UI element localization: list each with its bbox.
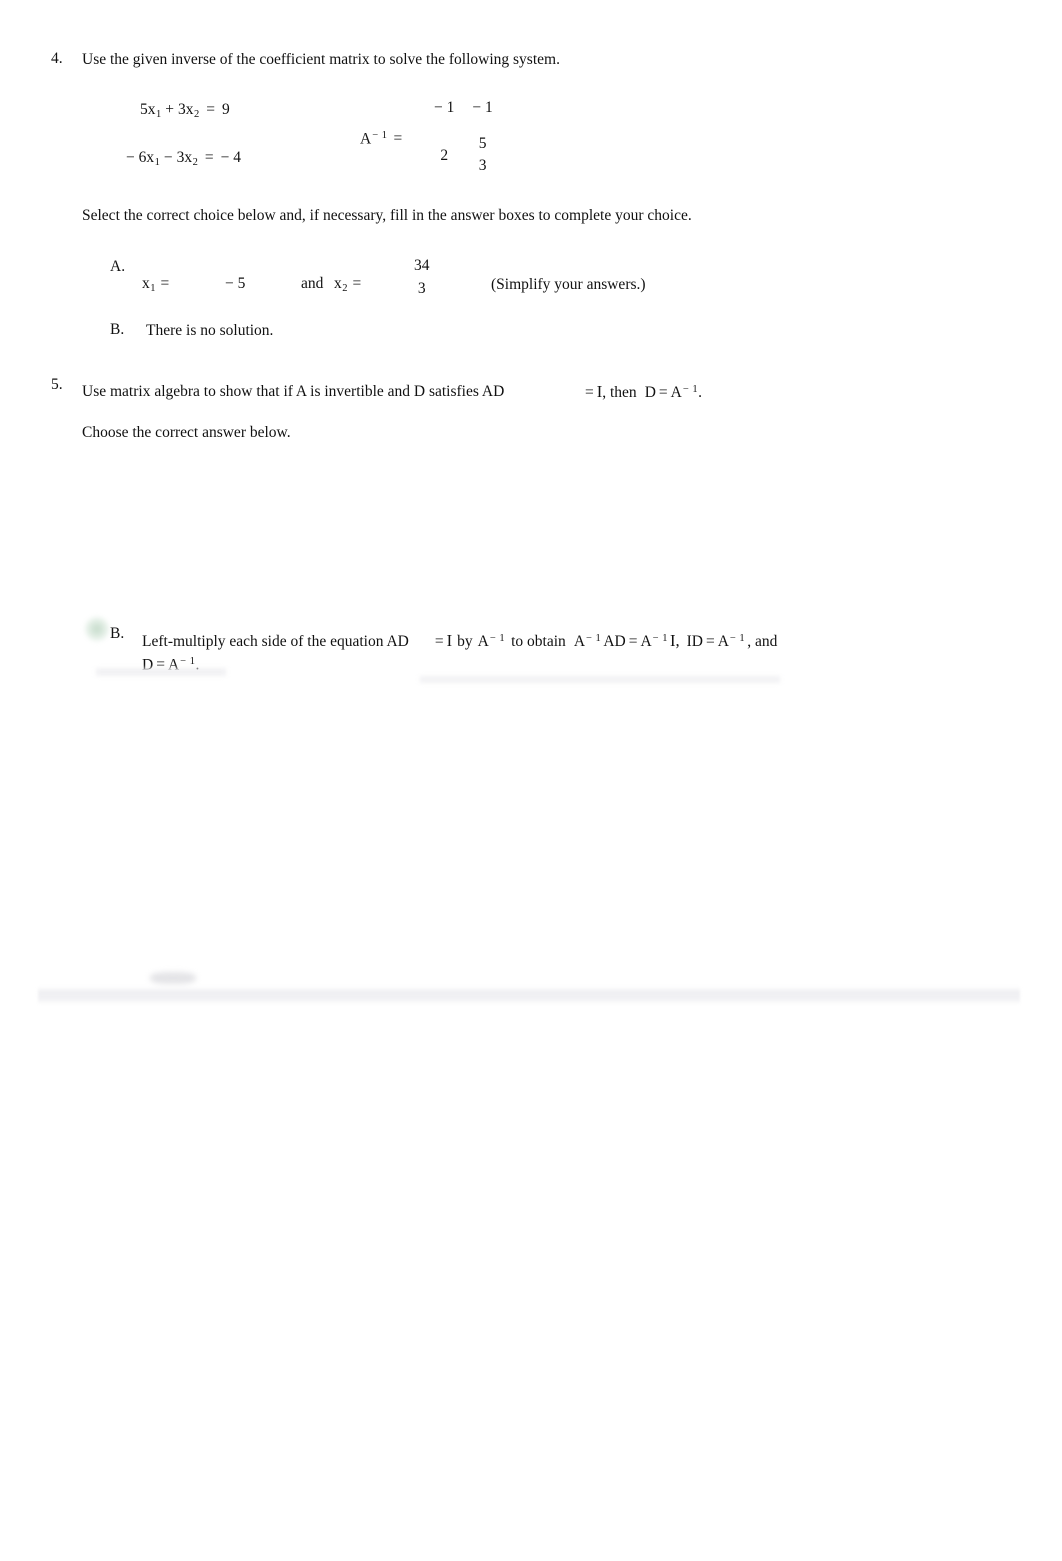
q5b-t3-exponent: − 1 (729, 632, 746, 644)
q5b-line1-by: by (457, 633, 473, 650)
matrix-cell-r1c1: − 1 (434, 99, 455, 116)
question-5-number: 5. (51, 376, 63, 393)
question-4-choice-a-letter[interactable]: A. (110, 259, 125, 275)
choice-a-x1-equals: = (160, 275, 170, 292)
choice-a-x1: x (142, 275, 150, 292)
q5b-t1-equals: = (628, 633, 638, 650)
choice-a-x2-equals: = (352, 275, 362, 292)
question-4-choice-a-x1-value[interactable]: − 5 (225, 275, 245, 293)
matrix-cell-r2c1: 2 (440, 146, 449, 164)
matrix-label-exponent: − 1 (372, 130, 388, 141)
q5b-line1-equals: = (434, 633, 444, 650)
choice-a-x2: x (334, 275, 342, 292)
matrix-cell-r2c2-denominator: 3 (478, 157, 487, 174)
q5b-t3-tail: , and (747, 633, 778, 650)
matrix-cell-r2c2: 5 3 (472, 118, 492, 174)
q5-prompt-period: . (698, 384, 703, 401)
q5b-t2-exponent: − 1 (652, 632, 668, 644)
q5b-t2-identity: I, (669, 631, 680, 650)
question-5-choice-b-letter[interactable]: B. (110, 626, 124, 642)
question-5-instruction: Choose the correct answer below. (82, 424, 291, 441)
question-5-choice-b-line1[interactable]: Left-multiply each side of the equation … (142, 631, 777, 651)
q5-prompt-A: A (670, 384, 682, 401)
question-4-choice-a-conjunction: and (301, 275, 324, 292)
q5b-line1-A-exponent: − 1 (489, 632, 506, 644)
scan-artifact-faint-line (420, 676, 780, 683)
eq1-equals: = (206, 101, 215, 118)
question-4-choice-b-text[interactable]: There is no solution. (146, 321, 273, 340)
scan-artifact-band (38, 986, 1020, 1005)
q5b-t3-A: A (717, 633, 729, 650)
question-4-instruction: Select the correct choice below and, if … (82, 207, 692, 224)
question-5-prompt-part1: Use matrix algebra to show that if A is … (82, 383, 505, 400)
q5b-t3-ID: ID (686, 633, 703, 650)
eq2-sub-b: 2 (192, 156, 198, 168)
q5-prompt-A-exponent: − 1 (682, 383, 699, 395)
q5-prompt-equals-2: = (658, 384, 668, 401)
q5b-line1-text: Left-multiply each side of the equation … (142, 633, 409, 650)
q5-prompt-identity: I (596, 382, 603, 401)
matrix-cell-r1c2: − 1 (472, 99, 493, 116)
q5b-t2-A: A (640, 633, 652, 650)
question-5-prompt-tail: = I, then D = A− 1. (585, 382, 702, 402)
q5b-line1-A: A (477, 633, 489, 650)
scan-artifact-faint-line-2 (96, 668, 226, 676)
q5-prompt-part2: , then (602, 384, 637, 401)
q5b-line1-obtain: to obtain (511, 633, 566, 650)
inverse-matrix-body: − 1 − 1 2 5 3 (434, 100, 493, 174)
choice-a-x2-denominator: 3 (417, 279, 426, 297)
equation-2: − 6x1−3x2 = − 4 (126, 149, 241, 168)
eq2-sub-a: 1 (154, 156, 160, 168)
q5b-line1-identity: I (446, 631, 453, 650)
matrix-label-A: A (360, 130, 372, 148)
question-4-prompt: Use the given inverse of the coefficient… (82, 51, 560, 68)
eq2-operator: − (163, 149, 173, 166)
eq1-operator: + (165, 101, 174, 118)
q5b-t1-A: A (573, 633, 586, 650)
q5b-t1-AD: AD (603, 633, 626, 650)
matrix-cell-r2c2-numerator: 5 (478, 134, 487, 152)
eq2-rhs: − 4 (220, 149, 241, 166)
q5b-t1-exponent: − 1 (586, 632, 602, 644)
eq2-term-b: 3x (176, 149, 193, 166)
question-4-choice-a-x2-value[interactable]: 34 3 (414, 258, 430, 296)
equation-1: 5x1 +3x2 = 9 (140, 101, 230, 120)
q5-prompt-D: D (644, 384, 656, 401)
matrix-label-equals: = (393, 130, 403, 148)
q5b-line2-exponent: − 1 (180, 656, 196, 667)
scan-artifact-smudge (150, 972, 196, 984)
worksheet-page: 4. Use the given inverse of the coeffici… (0, 0, 1062, 1561)
question-4-number: 4. (51, 50, 63, 67)
question-4-choice-a-note: (Simplify your answers.) (491, 276, 646, 293)
eq1-term-a: 5x (140, 101, 156, 118)
inverse-matrix-label: A− 1 = (360, 130, 402, 148)
choice-a-x2-numerator: 34 (414, 257, 430, 274)
choice-selection-highlight (84, 616, 110, 642)
choice-a-x1-sub: 1 (150, 282, 156, 294)
eq1-term-b: 3x (178, 101, 194, 118)
q5-prompt-equals: = (585, 384, 594, 401)
choice-a-x2-sub: 2 (342, 282, 348, 294)
eq2-term-a: − 6x (126, 149, 155, 166)
eq1-rhs: 9 (222, 101, 230, 118)
question-4-choice-b-letter[interactable]: B. (110, 322, 124, 338)
q5b-t3-equals: = (705, 633, 715, 650)
eq2-equals: = (204, 149, 214, 166)
question-4-choice-a-var1: x1 = (142, 275, 169, 294)
question-4-choice-a-var2: x2 = (334, 275, 361, 294)
